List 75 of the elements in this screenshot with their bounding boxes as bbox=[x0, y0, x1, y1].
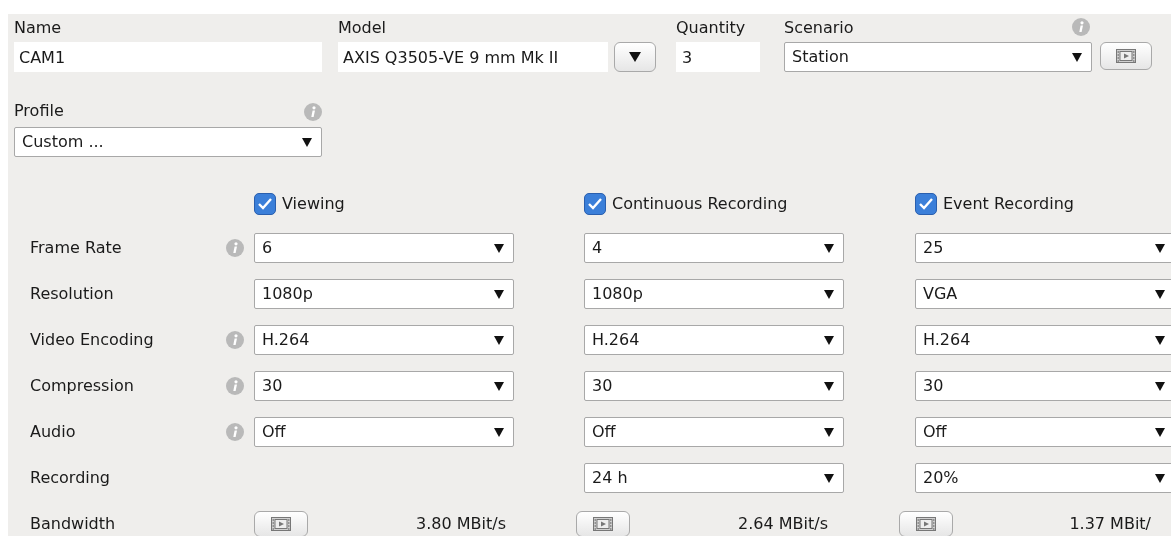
row-label: Frame Rate bbox=[30, 237, 123, 259]
video-preview-button[interactable] bbox=[1100, 42, 1152, 70]
dropdown[interactable]: 30 bbox=[254, 371, 514, 401]
row-label: Resolution bbox=[30, 283, 115, 305]
row-label: Compression bbox=[30, 375, 135, 397]
field-label: Profile bbox=[14, 100, 64, 122]
dropdown[interactable]: 30 bbox=[915, 371, 1171, 401]
bandwidth-value: 3.80 MBit/s bbox=[416, 515, 506, 533]
row-label: Bandwidth bbox=[30, 513, 117, 535]
profile-dropdown[interactable]: Custom ... bbox=[14, 127, 322, 157]
dropdown[interactable]: H.264 bbox=[915, 325, 1171, 355]
film-icon bbox=[593, 517, 613, 531]
row-label: Recording bbox=[30, 467, 112, 489]
field-label: Quantity bbox=[676, 17, 747, 39]
video-preview-button[interactable] bbox=[899, 511, 953, 536]
column-label: Viewing bbox=[282, 193, 345, 215]
dropdown[interactable]: 25 bbox=[915, 233, 1171, 263]
dropdown-arrow-icon bbox=[824, 427, 834, 437]
quantity-input[interactable]: 3 bbox=[676, 42, 760, 72]
row-label: Audio bbox=[30, 421, 77, 443]
dropdown[interactable]: H.264 bbox=[254, 325, 514, 355]
film-icon bbox=[1116, 49, 1136, 63]
dropdown[interactable]: 30 bbox=[584, 371, 844, 401]
field-label: Model bbox=[338, 17, 388, 39]
column-label: Continuous Recording bbox=[612, 193, 788, 215]
dropdown[interactable]: Off bbox=[254, 417, 514, 447]
film-icon bbox=[271, 517, 291, 531]
check-icon bbox=[257, 197, 273, 211]
dropdown[interactable]: Off bbox=[915, 417, 1171, 447]
dropdown-arrow-icon bbox=[1155, 243, 1165, 253]
dropdown-arrow-icon bbox=[1072, 52, 1082, 62]
dropdown-arrow-icon bbox=[494, 381, 504, 391]
dropdown[interactable]: 6 bbox=[254, 233, 514, 263]
model-input[interactable]: AXIS Q3505-VE 9 mm Mk II bbox=[338, 42, 608, 72]
dropdown-arrow-icon bbox=[494, 335, 504, 345]
dropdown-arrow-icon bbox=[1155, 427, 1165, 437]
dropdown-arrow-icon bbox=[1155, 289, 1165, 299]
dropdown-arrow-icon bbox=[824, 381, 834, 391]
check-icon bbox=[918, 197, 934, 211]
checkbox[interactable] bbox=[584, 193, 606, 215]
dropdown-arrow-icon bbox=[494, 289, 504, 299]
model-dropdown-button[interactable] bbox=[614, 42, 656, 72]
dropdown-arrow-icon bbox=[824, 243, 834, 253]
dropdown-arrow-icon bbox=[1155, 335, 1165, 345]
dropdown[interactable]: 20% bbox=[915, 463, 1171, 493]
dropdown-arrow-icon bbox=[302, 137, 312, 147]
bandwidth-value: 2.64 MBit/s bbox=[738, 515, 828, 533]
film-icon bbox=[916, 517, 936, 531]
checkbox[interactable] bbox=[915, 193, 937, 215]
video-preview-button[interactable] bbox=[576, 511, 630, 536]
row-label: Video Encoding bbox=[30, 329, 155, 351]
bandwidth-value: 1.37 MBit/ bbox=[1069, 515, 1151, 533]
dropdown-arrow-icon bbox=[1155, 473, 1165, 483]
dropdown-arrow-icon bbox=[1155, 381, 1165, 391]
dropdown-arrow-icon bbox=[494, 243, 504, 253]
dropdown-arrow-icon bbox=[824, 473, 834, 483]
dropdown-arrow-icon bbox=[494, 427, 504, 437]
dropdown-arrow-icon bbox=[629, 52, 641, 62]
dropdown[interactable]: 4 bbox=[584, 233, 844, 263]
dropdown[interactable]: 1080p bbox=[584, 279, 844, 309]
checkbox[interactable] bbox=[254, 193, 276, 215]
dropdown[interactable]: H.264 bbox=[584, 325, 844, 355]
dropdown[interactable]: VGA bbox=[915, 279, 1171, 309]
scenario-dropdown[interactable]: Station bbox=[784, 42, 1092, 72]
video-preview-button[interactable] bbox=[254, 511, 308, 536]
column-label: Event Recording bbox=[943, 193, 1074, 215]
dropdown[interactable]: 1080p bbox=[254, 279, 514, 309]
dropdown-arrow-icon bbox=[824, 289, 834, 299]
field-label: Name bbox=[14, 17, 63, 39]
check-icon bbox=[587, 197, 603, 211]
field-label: Scenario bbox=[784, 17, 854, 39]
dropdown[interactable]: Off bbox=[584, 417, 844, 447]
dropdown-arrow-icon bbox=[824, 335, 834, 345]
dropdown[interactable]: 24 h bbox=[584, 463, 844, 493]
name-input[interactable]: CAM1 bbox=[14, 42, 322, 72]
